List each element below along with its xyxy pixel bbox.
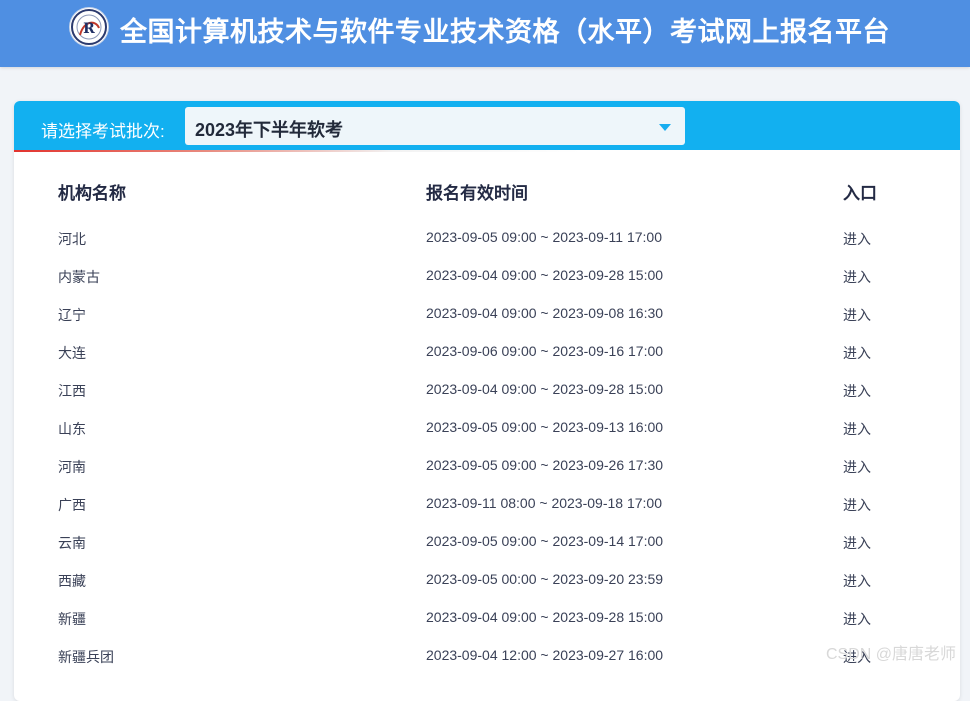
enter-link[interactable]: 进入 xyxy=(843,381,871,401)
column-header-org: 机构名称 xyxy=(58,179,126,204)
table-row: 江西 2023-09-04 09:00 ~ 2023-09-28 15:00 进… xyxy=(14,381,960,419)
enter-link[interactable]: 进入 xyxy=(843,267,871,287)
table-row: 新疆 2023-09-04 09:00 ~ 2023-09-28 15:00 进… xyxy=(14,609,960,647)
table-row: 河南 2023-09-05 09:00 ~ 2023-09-26 17:30 进… xyxy=(14,457,960,495)
caret-down-icon xyxy=(659,124,671,131)
org-name: 河北 xyxy=(58,229,86,249)
registration-period: 2023-09-06 09:00 ~ 2023-09-16 17:00 xyxy=(426,343,663,359)
enter-link[interactable]: 进入 xyxy=(843,229,871,249)
registration-card: 请选择考试批次: 2023年下半年软考 机构名称 报名有效时间 入口 河北 20… xyxy=(14,101,960,701)
batch-selector-bar: 请选择考试批次: 2023年下半年软考 xyxy=(14,101,960,150)
registration-period: 2023-09-04 09:00 ~ 2023-09-28 15:00 xyxy=(426,267,663,283)
org-name: 辽宁 xyxy=(58,305,86,325)
registration-period: 2023-09-04 09:00 ~ 2023-09-28 15:00 xyxy=(426,609,663,625)
org-name: 江西 xyxy=(58,381,86,401)
table-row: 云南 2023-09-05 09:00 ~ 2023-09-14 17:00 进… xyxy=(14,533,960,571)
registration-period: 2023-09-05 09:00 ~ 2023-09-14 17:00 xyxy=(426,533,663,549)
enter-link[interactable]: 进入 xyxy=(843,609,871,629)
registration-period: 2023-09-04 09:00 ~ 2023-09-08 16:30 xyxy=(426,305,663,321)
batch-selected-value: 2023年下半年软考 xyxy=(195,116,343,142)
watermark: CSDN @唐唐老师 xyxy=(826,640,956,664)
enter-link[interactable]: 进入 xyxy=(843,343,871,363)
table-row: 山东 2023-09-05 09:00 ~ 2023-09-13 16:00 进… xyxy=(14,419,960,457)
table-row: 辽宁 2023-09-04 09:00 ~ 2023-09-08 16:30 进… xyxy=(14,305,960,343)
org-name: 山东 xyxy=(58,419,86,439)
site-header: R 全国计算机技术与软件专业技术资格（水平）考试网上报名平台 xyxy=(0,0,970,67)
org-name: 河南 xyxy=(58,457,86,477)
table-header: 机构名称 报名有效时间 入口 xyxy=(14,179,960,203)
enter-link[interactable]: 进入 xyxy=(843,571,871,591)
accent-divider xyxy=(14,150,960,152)
enter-link[interactable]: 进入 xyxy=(843,457,871,477)
table-row: 西藏 2023-09-05 00:00 ~ 2023-09-20 23:59 进… xyxy=(14,571,960,609)
registration-period: 2023-09-05 09:00 ~ 2023-09-13 16:00 xyxy=(426,419,663,435)
enter-link[interactable]: 进入 xyxy=(843,419,871,439)
table-row: 广西 2023-09-11 08:00 ~ 2023-09-18 17:00 进… xyxy=(14,495,960,533)
registration-period: 2023-09-04 09:00 ~ 2023-09-28 15:00 xyxy=(426,381,663,397)
registration-period: 2023-09-04 12:00 ~ 2023-09-27 16:00 xyxy=(426,647,663,663)
org-name: 新疆 xyxy=(58,609,86,629)
logo-text: R xyxy=(83,21,95,37)
registration-period: 2023-09-05 09:00 ~ 2023-09-11 17:00 xyxy=(426,229,662,245)
enter-link[interactable]: 进入 xyxy=(843,495,871,515)
table-row: 新疆兵团 2023-09-04 12:00 ~ 2023-09-27 16:00… xyxy=(14,647,960,685)
page-title: 全国计算机技术与软件专业技术资格（水平）考试网上报名平台 xyxy=(120,10,890,49)
org-name: 云南 xyxy=(58,533,86,553)
registration-period: 2023-09-11 08:00 ~ 2023-09-18 17:00 xyxy=(426,495,662,511)
registration-period: 2023-09-05 00:00 ~ 2023-09-20 23:59 xyxy=(426,571,663,587)
exam-logo-icon: R xyxy=(70,8,108,46)
org-name: 内蒙古 xyxy=(58,267,100,287)
table-row: 大连 2023-09-06 09:00 ~ 2023-09-16 17:00 进… xyxy=(14,343,960,381)
org-name: 西藏 xyxy=(58,571,86,591)
enter-link[interactable]: 进入 xyxy=(843,305,871,325)
registration-period: 2023-09-05 09:00 ~ 2023-09-26 17:30 xyxy=(426,457,663,473)
org-name: 大连 xyxy=(58,343,86,363)
batch-label: 请选择考试批次: xyxy=(41,117,165,142)
table-body: 河北 2023-09-05 09:00 ~ 2023-09-11 17:00 进… xyxy=(14,229,960,685)
table-row: 内蒙古 2023-09-04 09:00 ~ 2023-09-28 15:00 … xyxy=(14,267,960,305)
org-name: 新疆兵团 xyxy=(58,647,114,667)
table-row: 河北 2023-09-05 09:00 ~ 2023-09-11 17:00 进… xyxy=(14,229,960,267)
column-header-entry: 入口 xyxy=(843,179,877,204)
column-header-time: 报名有效时间 xyxy=(426,179,528,204)
org-name: 广西 xyxy=(58,495,86,515)
batch-dropdown[interactable]: 2023年下半年软考 xyxy=(185,107,685,145)
enter-link[interactable]: 进入 xyxy=(843,533,871,553)
